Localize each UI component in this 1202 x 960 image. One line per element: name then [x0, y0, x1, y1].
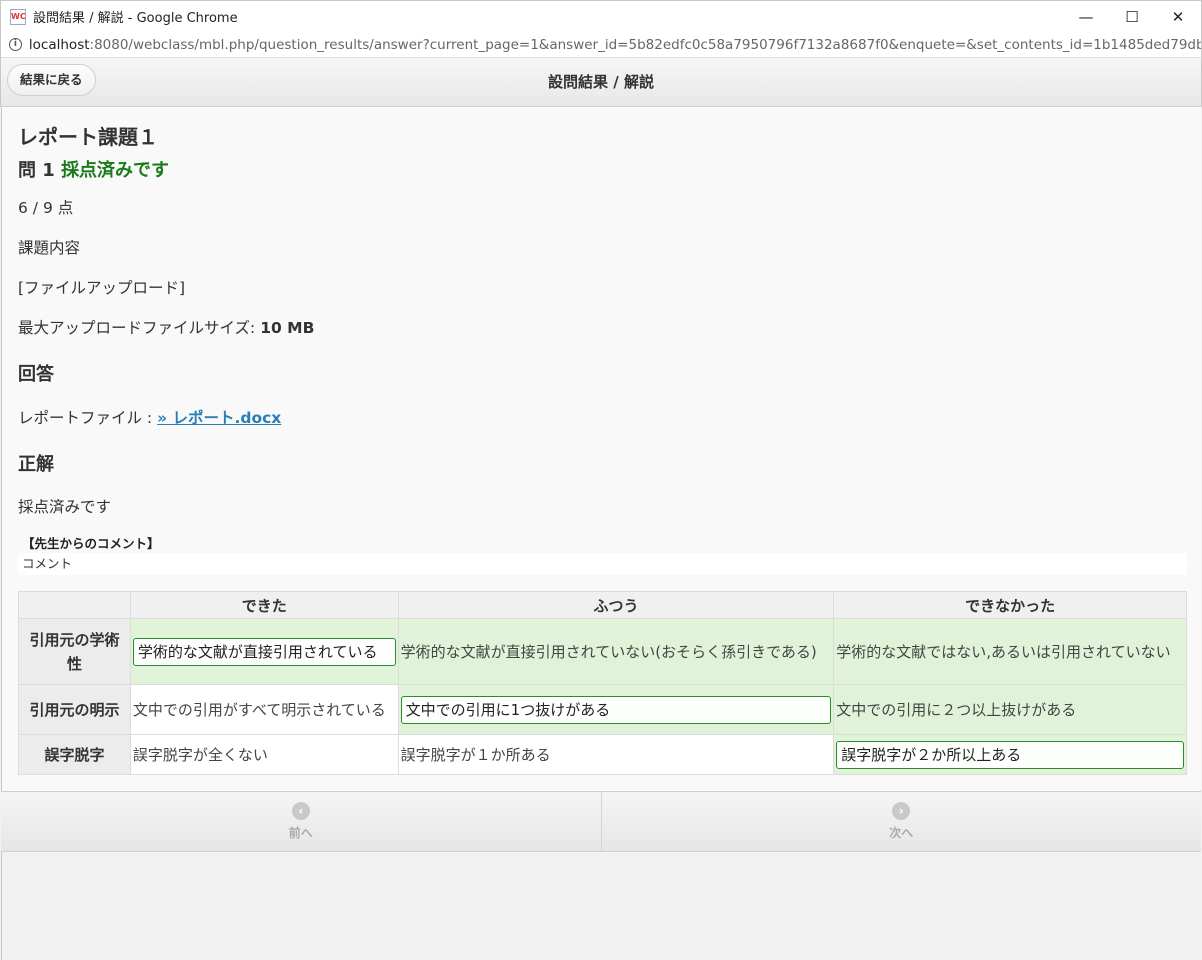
chevron-left-icon: ‹: [291, 802, 310, 820]
window-titlebar: WC 設問結果 / 解説 - Google Chrome — ☐ ✕: [0, 0, 1202, 32]
upload-type: [ファイルアップロード]: [18, 279, 186, 297]
rubric-corner: [18, 591, 131, 619]
rubric-row: 誤字脱字 誤字脱字が全くない 誤字脱字が１か所ある 誤字脱字が２か所以上ある: [18, 734, 1187, 775]
rubric-header-row: できた ふつう できなかった: [18, 591, 1187, 619]
info-icon[interactable]: i: [9, 38, 22, 51]
rubric-col-header: できた: [129, 591, 399, 619]
window-controls: — ☐ ✕: [1063, 1, 1201, 33]
selected-level: 誤字脱字が２か所以上ある: [836, 740, 1184, 769]
url-host: localhost: [28, 36, 90, 53]
empty-footer-area: [1, 852, 1201, 960]
minimize-icon[interactable]: —: [1063, 1, 1109, 33]
rubric-row-label: 引用元の学術性: [18, 618, 131, 685]
selected-level: 学術的な文献が直接引用されている: [132, 637, 396, 666]
rubric-cell: 誤字脱字が全くない: [129, 734, 399, 775]
main-content: レポート課題１ 問 1 採点済みです 6 / 9 点 課題内容 [ファイルアップ…: [1, 107, 1201, 791]
report-file-link[interactable]: » レポート.docx: [157, 409, 281, 427]
rubric-cell: 文中での引用に２つ以上抜けがある: [833, 684, 1187, 735]
report-file-line: レポートファイル : » レポート.docx: [18, 406, 281, 428]
url-path: :8080/webclass/mbl.php/question_results/…: [89, 36, 1201, 53]
rubric-cell-selected: 誤字脱字が２か所以上ある: [833, 734, 1187, 775]
max-size-label: 最大アップロードファイルサイズ:: [18, 319, 261, 337]
question-number: 問 1: [18, 160, 62, 181]
report-title: レポート課題１: [18, 125, 158, 149]
rubric-row: 引用元の明示 文中での引用がすべて明示されている 文中での引用に1つ抜けがある …: [18, 684, 1187, 735]
question-status: 採点済みです: [61, 160, 170, 181]
rubric-col-header: ふつう: [397, 591, 835, 619]
next-label: 次へ: [889, 826, 914, 840]
rubric-row-label: 引用元の明示: [18, 684, 131, 735]
next-button[interactable]: › 次へ: [600, 792, 1202, 851]
app-icon: WC: [10, 8, 26, 25]
page-title: 設問結果 / 解説: [548, 73, 654, 91]
rubric-cell: 学術的な文献が直接引用されていない(おそらく孫引きである): [397, 618, 835, 685]
rubric-cell-selected: 文中での引用に1つ抜けがある: [397, 684, 835, 735]
score-text: 6 / 9 点: [18, 199, 74, 217]
correct-heading: 正解: [18, 454, 54, 475]
address-bar[interactable]: i localhost:8080/webclass/mbl.php/questi…: [0, 32, 1202, 58]
rubric-row-label: 誤字脱字: [18, 734, 131, 775]
pager: ‹ 前へ › 次へ: [1, 791, 1201, 852]
rubric-col-header: できなかった: [833, 591, 1187, 619]
close-icon[interactable]: ✕: [1155, 1, 1201, 33]
task-label: 課題内容: [18, 239, 81, 257]
chevron-right-icon: ›: [892, 802, 911, 820]
answer-heading: 回答: [18, 364, 54, 385]
correct-text: 採点済みです: [18, 498, 112, 516]
selected-level: 文中での引用に1つ抜けがある: [400, 695, 832, 724]
url-text[interactable]: localhost:8080/webclass/mbl.php/question…: [29, 37, 1201, 53]
report-file-label: レポートファイル :: [18, 409, 158, 427]
rubric-cell: 誤字脱字が１か所ある: [397, 734, 835, 775]
app-header: 結果に戻る 設問結果 / 解説: [0, 58, 1202, 107]
max-size-line: 最大アップロードファイルサイズ: 10 MB: [18, 316, 314, 338]
max-size-value: 10 MB: [260, 319, 315, 337]
rubric-cell: 文中での引用がすべて明示されている: [129, 684, 399, 735]
comment-box: コメント: [18, 553, 1187, 575]
rubric-cell-selected: 学術的な文献が直接引用されている: [129, 618, 399, 685]
window-title: 設問結果 / 解説 - Google Chrome: [33, 11, 238, 26]
rubric-cell: 学術的な文献ではない,あるいは引用されていない: [833, 618, 1187, 685]
prev-button[interactable]: ‹ 前へ: [1, 792, 601, 851]
maximize-icon[interactable]: ☐: [1109, 1, 1155, 33]
prev-label: 前へ: [288, 826, 313, 840]
rubric-table: できた ふつう できなかった 引用元の学術性 学術的な文献が直接引用されている …: [18, 591, 1187, 775]
rubric-row: 引用元の学術性 学術的な文献が直接引用されている 学術的な文献が直接引用されてい…: [18, 618, 1187, 685]
question-heading: 問 1 採点済みです: [18, 156, 169, 182]
comment-label: 【先生からのコメント】: [22, 536, 160, 551]
